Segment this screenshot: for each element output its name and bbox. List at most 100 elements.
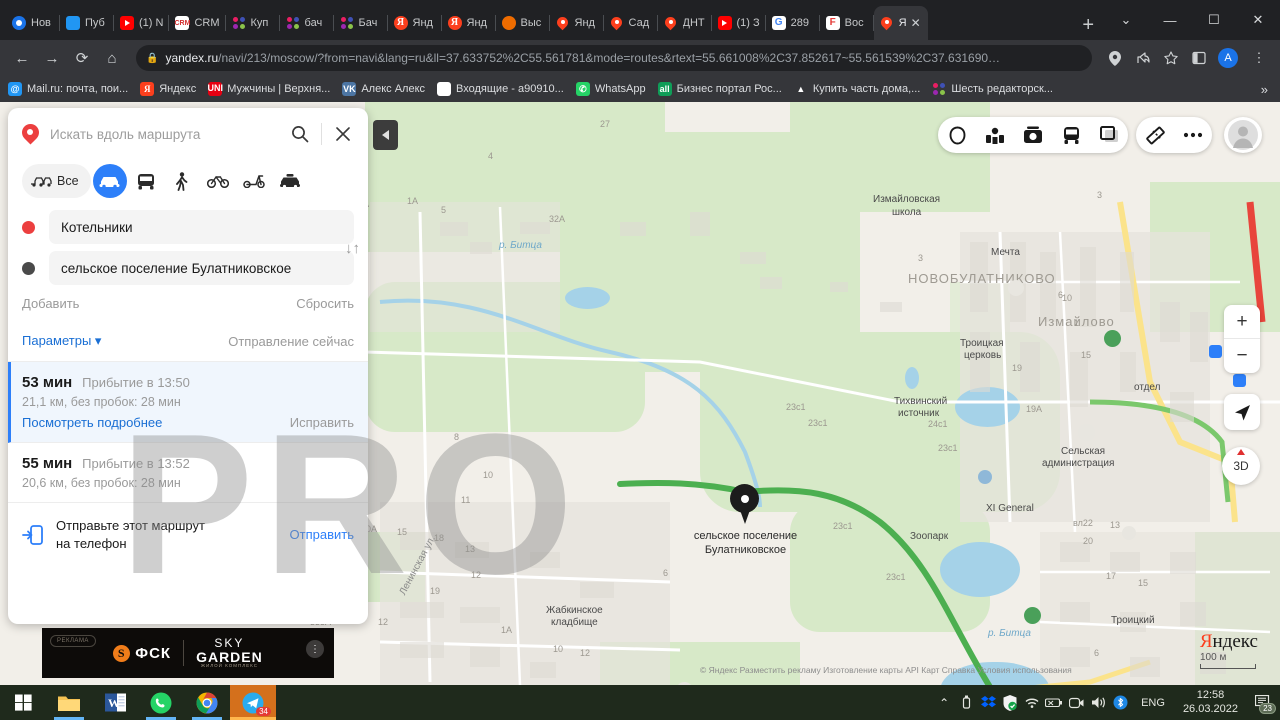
route-option-2[interactable]: 55 мин Прибытие в 13:52 20,6 км, без про…	[8, 443, 368, 503]
tab-0[interactable]: Нов	[6, 6, 60, 40]
traffic-icon[interactable]	[938, 117, 976, 153]
tab-6[interactable]: Бач	[334, 6, 388, 40]
params-button[interactable]: Параметры ▾	[22, 333, 101, 349]
ruler-icon[interactable]	[1136, 117, 1174, 153]
tab-14[interactable]: G 289	[766, 6, 820, 40]
star-icon[interactable]	[1158, 45, 1184, 71]
poi-marker-church[interactable]	[1078, 424, 1095, 441]
bookmarks-overflow-button[interactable]: »	[1261, 82, 1272, 97]
transit-marker-2[interactable]	[1233, 374, 1246, 387]
map-label[interactable]: р. Битца	[499, 240, 542, 251]
start-button[interactable]	[0, 685, 46, 720]
zoom-out-button[interactable]: −	[1224, 339, 1260, 373]
destination-pin[interactable]	[730, 484, 759, 524]
bookmark-5[interactable]: ✆ WhatsApp	[575, 82, 646, 96]
tab-9[interactable]: Выс	[496, 6, 550, 40]
map-label[interactable]: церковь	[964, 350, 1001, 361]
reload-icon[interactable]: ⟳	[68, 44, 96, 72]
mode-transit[interactable]	[129, 164, 163, 198]
map-label[interactable]: Тихвинский	[894, 396, 947, 407]
perspective-3d-button[interactable]: 3D	[1222, 447, 1260, 485]
poi-marker-mechta[interactable]	[1104, 330, 1121, 347]
bluetooth-icon[interactable]	[1109, 685, 1131, 720]
tab-7[interactable]: Я Янд	[388, 6, 442, 40]
map-label[interactable]: кладбище	[551, 617, 598, 628]
tab-close-icon[interactable]: ✕	[911, 16, 921, 30]
photo-icon[interactable]	[1014, 117, 1052, 153]
telegram-app[interactable]: 34	[230, 685, 276, 720]
add-waypoint-button[interactable]: Добавить	[22, 296, 79, 311]
mode-all[interactable]: Все	[22, 164, 91, 198]
zoom-in-button[interactable]: +	[1224, 305, 1260, 339]
side-panel-icon[interactable]	[1186, 45, 1212, 71]
maximize-button[interactable]: ☐	[1192, 3, 1236, 37]
mode-walk[interactable]	[165, 164, 199, 198]
share-icon[interactable]	[1130, 45, 1156, 71]
map-label[interactable]: Троицкий	[1111, 615, 1155, 626]
map-label[interactable]: Троицкая	[960, 338, 1004, 349]
map-label[interactable]: Жабкинское	[546, 605, 603, 616]
bookmark-0[interactable]: @ Mail.ru: почта, пои...	[8, 82, 128, 96]
tab-15[interactable]: F Вос	[820, 6, 874, 40]
departure-time-button[interactable]: Отправление сейчас	[228, 334, 354, 349]
tab-8[interactable]: Я Янд	[442, 6, 496, 40]
map-label[interactable]: НОВОБУЛАТНИКОВО	[908, 271, 1056, 286]
tab-2[interactable]: (1) N	[114, 6, 170, 40]
transit-marker-1[interactable]	[1209, 345, 1222, 358]
back-icon[interactable]: ←	[8, 44, 36, 72]
route-1-details-link[interactable]: Посмотреть подробнее	[22, 415, 162, 430]
bookmark-8[interactable]: Шесть редакторск...	[932, 82, 1053, 96]
map-label[interactable]: школа	[892, 207, 921, 218]
panorama-icon[interactable]	[976, 117, 1014, 153]
location-pin-icon[interactable]	[1102, 45, 1128, 71]
origin-field[interactable]: Котельники	[49, 210, 354, 244]
address-bar[interactable]: 🔒 yandex.ru/navi/213/moscow/?from=navi&l…	[136, 45, 1092, 71]
tab-5[interactable]: бач	[280, 6, 334, 40]
chrome-app[interactable]	[184, 685, 230, 720]
volume-icon[interactable]	[1087, 685, 1109, 720]
whatsapp-app[interactable]	[138, 685, 184, 720]
tab-4[interactable]: Куп	[226, 6, 280, 40]
tab-11[interactable]: Сад	[604, 6, 658, 40]
search-icon[interactable]	[283, 117, 317, 151]
map-label[interactable]: Сельская	[1061, 446, 1105, 457]
mode-scooter[interactable]	[237, 164, 271, 198]
bookmark-7[interactable]: ▲ Купить часть дома,...	[794, 82, 920, 96]
tab-13[interactable]: (1) З	[712, 6, 766, 40]
route-1-fix-link[interactable]: Исправить	[290, 415, 354, 430]
tab-12[interactable]: ДНТ	[658, 6, 712, 40]
tab-3[interactable]: CRM CRM	[169, 6, 226, 40]
tab-search-button[interactable]: ⌄	[1104, 3, 1148, 37]
reset-route-button[interactable]: Сбросить	[296, 296, 354, 311]
tab-1[interactable]: Пуб	[60, 6, 114, 40]
dropbox-icon[interactable]	[977, 685, 999, 720]
usb-icon[interactable]	[955, 685, 977, 720]
destination-field[interactable]: сельское поселение Булатниковское	[49, 251, 354, 285]
mode-bike[interactable]	[201, 164, 235, 198]
language-indicator[interactable]: ENG	[1131, 697, 1175, 709]
profile-avatar[interactable]: A	[1218, 48, 1238, 68]
new-tab-button[interactable]: +	[1072, 15, 1104, 40]
poi-marker-zoo[interactable]	[1024, 607, 1041, 624]
locate-arrow-icon[interactable]	[1224, 394, 1260, 430]
map-label[interactable]: р. Битца	[988, 628, 1031, 639]
search-input[interactable]: Искать вдоль маршрута	[50, 127, 283, 142]
bookmark-3[interactable]: VK Алекс Алекс	[342, 82, 425, 96]
close-icon[interactable]	[326, 117, 360, 151]
map-label[interactable]: источник	[898, 408, 939, 419]
ad-banner[interactable]: РЕКЛАМА S ФСК SKY GARDEN ЖИЛОЙ КОМПЛЕКС …	[42, 628, 334, 678]
poi-marker-school[interactable]	[1008, 280, 1024, 296]
user-avatar-icon[interactable]	[1224, 117, 1262, 153]
notifications-button[interactable]: 23	[1246, 685, 1280, 720]
tray-expand-icon[interactable]: ⌃	[933, 685, 955, 720]
map-label[interactable]: отдел	[1134, 382, 1161, 393]
transport-icon[interactable]	[1052, 117, 1090, 153]
bookmark-6[interactable]: all Бизнес портал Рос...	[657, 82, 782, 96]
file-explorer[interactable]	[46, 685, 92, 720]
tab-active[interactable]: Я ✕	[873, 6, 928, 40]
minimize-button[interactable]: —	[1148, 3, 1192, 37]
chrome-menu-icon[interactable]: ⋮	[1246, 45, 1272, 71]
map-label[interactable]: XI General	[986, 503, 1034, 514]
layers-icon[interactable]	[1090, 117, 1128, 153]
close-window-button[interactable]: ✕	[1236, 3, 1280, 37]
